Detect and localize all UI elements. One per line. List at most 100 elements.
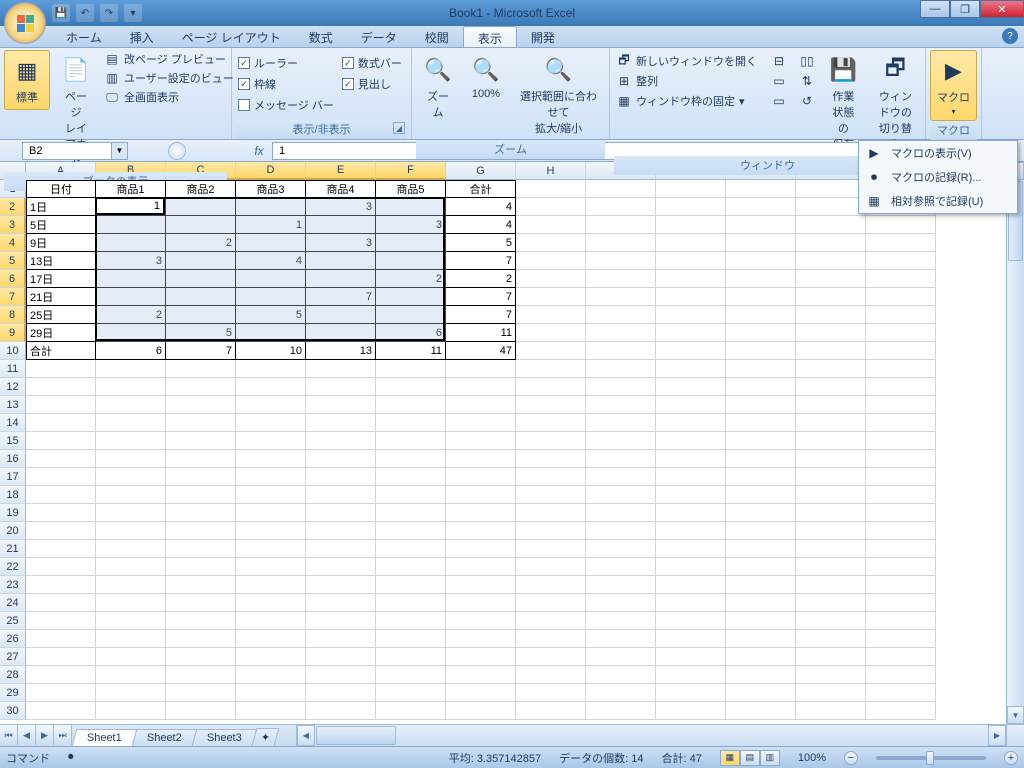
cell[interactable] [796, 576, 866, 594]
cell[interactable] [166, 684, 236, 702]
cell[interactable] [236, 594, 306, 612]
cell[interactable] [866, 576, 936, 594]
scroll-down-icon[interactable]: ▼ [1007, 706, 1024, 724]
vertical-scrollbar[interactable]: ▲ ▼ [1006, 162, 1024, 724]
tab-data[interactable]: データ [347, 26, 411, 47]
cell[interactable] [446, 648, 516, 666]
cell[interactable] [586, 702, 656, 720]
cell[interactable] [166, 486, 236, 504]
cell[interactable] [866, 432, 936, 450]
cell[interactable] [656, 558, 726, 576]
cell[interactable] [96, 558, 166, 576]
cell[interactable] [866, 306, 936, 324]
row-header[interactable]: 8 [0, 306, 26, 324]
cell[interactable] [236, 540, 306, 558]
cell[interactable] [656, 468, 726, 486]
cell[interactable]: 商品5 [376, 180, 446, 198]
cell[interactable] [516, 522, 586, 540]
column-header[interactable]: D [236, 162, 306, 180]
cell[interactable] [236, 648, 306, 666]
cell[interactable] [96, 396, 166, 414]
split-button[interactable]: ⊟ [769, 52, 789, 70]
cell[interactable] [656, 702, 726, 720]
cell[interactable] [306, 522, 376, 540]
cell[interactable] [516, 684, 586, 702]
cell[interactable] [656, 486, 726, 504]
cell[interactable] [656, 432, 726, 450]
sheet-nav-first[interactable]: ⏮ [0, 725, 18, 745]
cell[interactable] [656, 594, 726, 612]
cell[interactable]: 47 [446, 342, 516, 360]
cell[interactable] [376, 666, 446, 684]
view-custom-button[interactable]: ▥ユーザー設定のビュー [102, 69, 236, 87]
cell[interactable] [96, 504, 166, 522]
menu-view-macros[interactable]: ▶マクロの表示(V) [859, 141, 1017, 165]
cell[interactable] [726, 522, 796, 540]
cell[interactable] [446, 522, 516, 540]
cell[interactable] [656, 270, 726, 288]
cell[interactable] [656, 522, 726, 540]
cell[interactable] [656, 648, 726, 666]
cell[interactable] [446, 684, 516, 702]
cell[interactable] [306, 432, 376, 450]
cell[interactable] [726, 558, 796, 576]
chk-msgbar[interactable]: メッセージ バー [236, 96, 336, 114]
row-header[interactable]: 23 [0, 576, 26, 594]
cell[interactable] [866, 684, 936, 702]
cell[interactable] [236, 468, 306, 486]
cell[interactable] [446, 630, 516, 648]
cell[interactable] [376, 576, 446, 594]
cell[interactable] [656, 288, 726, 306]
cell[interactable] [796, 288, 866, 306]
cell[interactable]: 商品3 [236, 180, 306, 198]
cell[interactable]: 11 [446, 324, 516, 342]
cell[interactable] [726, 180, 796, 198]
cell[interactable] [376, 504, 446, 522]
cell[interactable] [306, 540, 376, 558]
cell[interactable] [26, 702, 96, 720]
cell[interactable] [446, 378, 516, 396]
zoom-level[interactable]: 100% [798, 752, 826, 764]
row-header[interactable]: 19 [0, 504, 26, 522]
cell[interactable] [516, 414, 586, 432]
cell[interactable] [166, 612, 236, 630]
cell[interactable] [446, 468, 516, 486]
cell[interactable] [586, 342, 656, 360]
cell[interactable]: 商品1 [96, 180, 166, 198]
zoom-selection-button[interactable]: 🔍選択範囲に合わせて 拡大/縮小 [512, 50, 605, 140]
cell[interactable] [726, 702, 796, 720]
tab-review[interactable]: 校閲 [411, 26, 463, 47]
cell[interactable]: 1日 [26, 198, 96, 216]
row-header[interactable]: 7 [0, 288, 26, 306]
cell[interactable] [726, 414, 796, 432]
cell[interactable] [656, 324, 726, 342]
cell[interactable] [306, 468, 376, 486]
tab-insert[interactable]: 挿入 [116, 26, 168, 47]
cell[interactable] [166, 414, 236, 432]
save-icon[interactable]: 💾 [52, 4, 70, 22]
cell[interactable] [306, 558, 376, 576]
cell[interactable] [446, 504, 516, 522]
cell[interactable] [446, 576, 516, 594]
cell[interactable] [516, 648, 586, 666]
cell[interactable] [516, 198, 586, 216]
cell[interactable] [236, 612, 306, 630]
column-header[interactable]: F [376, 162, 446, 180]
zoom-100-button[interactable]: 🔍100% [464, 50, 508, 104]
cell[interactable] [26, 594, 96, 612]
cell[interactable] [586, 396, 656, 414]
cell[interactable] [796, 486, 866, 504]
cell[interactable] [586, 630, 656, 648]
cell[interactable] [796, 666, 866, 684]
cell[interactable]: 合計 [26, 342, 96, 360]
cell[interactable] [166, 630, 236, 648]
undo-icon[interactable]: ↶ [76, 4, 94, 22]
cell[interactable] [586, 378, 656, 396]
view-page-icon[interactable]: ▤ [740, 750, 760, 766]
cell[interactable]: 13 [306, 342, 376, 360]
cell[interactable] [866, 378, 936, 396]
cell[interactable] [586, 432, 656, 450]
cell[interactable] [96, 684, 166, 702]
cell[interactable] [516, 270, 586, 288]
sync-scroll-button[interactable]: ⇅ [797, 72, 817, 90]
